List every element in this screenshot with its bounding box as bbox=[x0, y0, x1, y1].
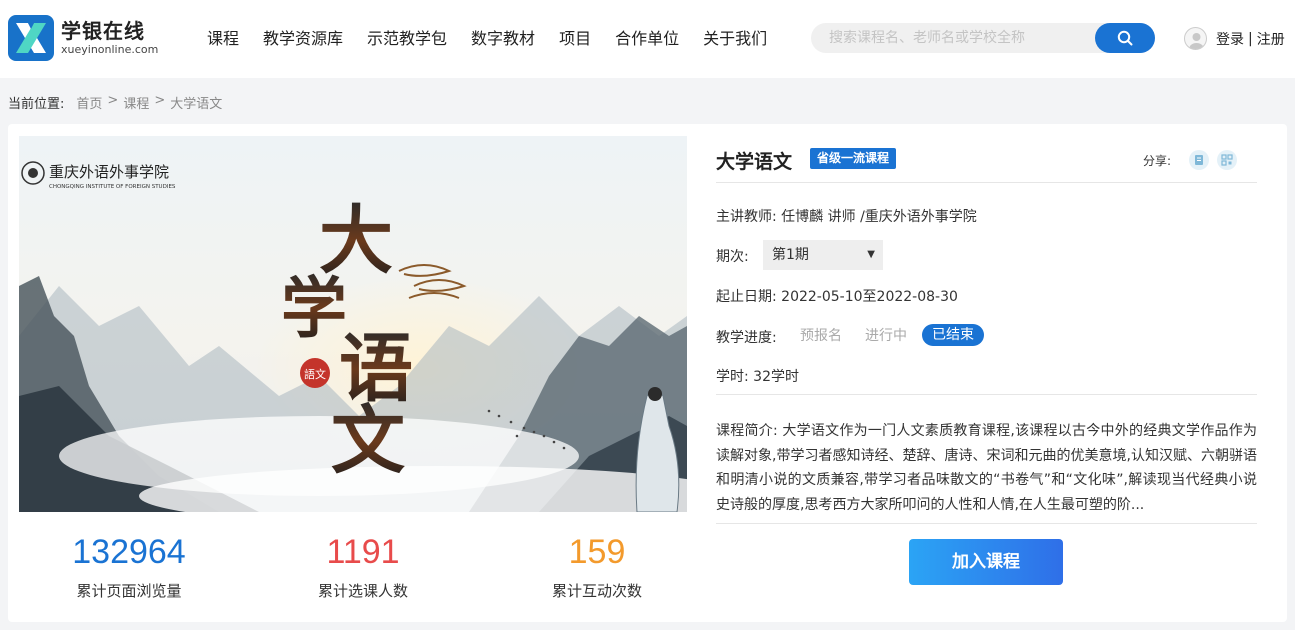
breadcrumb-current: 大学语文 bbox=[170, 97, 223, 112]
qrcode-icon[interactable] bbox=[1217, 150, 1237, 170]
stat-value: 1191 bbox=[326, 533, 400, 571]
register-link[interactable]: 注册 bbox=[1257, 29, 1285, 49]
nav-item-courses[interactable]: 课程 bbox=[207, 28, 239, 50]
teacher-row: 主讲教师: 任博麟 讲师 /重庆外语外事学院 bbox=[716, 206, 977, 226]
term-select[interactable]: 第1期 ▼ bbox=[763, 240, 883, 270]
date-row: 起止日期: 2022-05-10至2022-08-30 bbox=[716, 286, 958, 306]
hours-label: 学时: bbox=[716, 369, 749, 385]
top-header: 学银在线 xueyinonline.com 课程 教学资源库 示范教学包 数字教… bbox=[0, 0, 1295, 78]
nav-item-resource-library[interactable]: 教学资源库 bbox=[263, 28, 343, 50]
main-nav: 课程 教学资源库 示范教学包 数字教材 项目 合作单位 关于我们 bbox=[207, 28, 791, 50]
cover-school-english: CHONGQING INSTITUTE OF FOREIGN STUDIES bbox=[49, 184, 176, 190]
course-badge: 省级一流课程 bbox=[810, 148, 897, 169]
course-card: 重庆外语外事学院 CHONGQING INSTITUTE OF FOREIGN … bbox=[8, 124, 1287, 622]
share-label: 分享: bbox=[1142, 153, 1171, 168]
term-row: 期次: 第1期 ▼ bbox=[716, 240, 916, 270]
teacher-value: 任博麟 讲师 /重庆外语外事学院 bbox=[781, 209, 977, 225]
share-area: 分享: bbox=[1143, 150, 1237, 170]
cover-school-name: 重庆外语外事学院 bbox=[49, 163, 169, 181]
title-row: 大学语文 省级一流课程 分享: bbox=[716, 136, 1257, 183]
breadcrumb-courses[interactable]: 课程 bbox=[123, 93, 149, 112]
progress-label: 教学进度: bbox=[716, 330, 777, 346]
cover-char-xue: 学 bbox=[281, 269, 347, 347]
stat-value: 159 bbox=[568, 533, 626, 571]
term-label: 期次: bbox=[716, 249, 749, 265]
date-value: 2022-05-10至2022-08-30 bbox=[781, 289, 958, 305]
logo-name: 学银在线 bbox=[61, 19, 145, 43]
term-value: 第1期 bbox=[772, 247, 809, 263]
divider bbox=[716, 394, 1257, 395]
nav-item-digital-textbooks[interactable]: 数字教材 bbox=[471, 28, 535, 50]
nav-item-demo-packages[interactable]: 示范教学包 bbox=[367, 28, 447, 50]
hours-value: 32学时 bbox=[753, 369, 799, 385]
intro-text: 大学语文作为一门人文素质教育课程,该课程以古今中外的经典文学作品作为读解对象,带… bbox=[716, 423, 1257, 513]
user-area: 登录 | 注册 bbox=[1184, 27, 1285, 50]
cover-seal: 語文 bbox=[304, 367, 326, 381]
breadcrumb-arrow: > bbox=[107, 93, 119, 108]
logo-domain: xueyinonline.com bbox=[61, 43, 159, 56]
course-stats: 132964 累计页面浏览量 1191 累计选课人数 159 累计互动次数 bbox=[19, 532, 687, 612]
avatar-icon[interactable] bbox=[1184, 27, 1207, 50]
course-cover-image: 重庆外语外事学院 CHONGQING INSTITUTE OF FOREIGN … bbox=[19, 136, 687, 512]
course-intro: 课程简介: 大学语文作为一门人文素质教育课程,该课程以古今中外的经典文学作品作为… bbox=[716, 419, 1257, 517]
nav-item-partners[interactable]: 合作单位 bbox=[615, 28, 679, 50]
site-logo[interactable]: 学银在线 xueyinonline.com bbox=[8, 15, 158, 61]
cover-char-wen: 文 bbox=[331, 398, 405, 484]
divider bbox=[716, 523, 1257, 524]
nav-item-projects[interactable]: 项目 bbox=[559, 28, 591, 50]
breadcrumb-arrow: > bbox=[154, 93, 166, 108]
stat-label: 累计页面浏览量 bbox=[76, 582, 182, 600]
progress-ongoing: 进行中 bbox=[865, 328, 907, 344]
date-label: 起止日期: bbox=[716, 289, 777, 305]
search-icon bbox=[1117, 30, 1133, 46]
stat-page-views: 132964 累计页面浏览量 bbox=[19, 532, 239, 601]
logo-mark-icon bbox=[8, 15, 54, 61]
teacher-label: 主讲教师: bbox=[716, 209, 777, 225]
stat-interactions: 159 累计互动次数 bbox=[487, 532, 707, 601]
breadcrumb: 当前位置: 首页 > 课程 > 大学语文 bbox=[8, 93, 222, 112]
stat-label: 累计互动次数 bbox=[551, 582, 642, 600]
login-link[interactable]: 登录 bbox=[1216, 29, 1244, 49]
hours-row: 学时: 32学时 bbox=[716, 366, 799, 386]
search-input[interactable] bbox=[829, 23, 1089, 53]
stat-value: 132964 bbox=[72, 533, 186, 571]
progress-row: 教学进度: 预报名 进行中 已结束 bbox=[716, 324, 1016, 347]
progress-prereg: 预报名 bbox=[800, 328, 842, 344]
caret-down-icon: ▼ bbox=[867, 249, 875, 260]
breadcrumb-home[interactable]: 首页 bbox=[76, 93, 102, 112]
nav-item-about[interactable]: 关于我们 bbox=[703, 28, 767, 50]
stat-label: 累计选课人数 bbox=[317, 582, 408, 600]
share-document-icon[interactable] bbox=[1189, 150, 1209, 170]
course-title: 大学语文 bbox=[716, 151, 793, 173]
breadcrumb-label: 当前位置: bbox=[8, 97, 65, 112]
search-button[interactable] bbox=[1095, 23, 1155, 53]
intro-label: 课程简介: bbox=[716, 423, 778, 439]
stat-enrolled: 1191 累计选课人数 bbox=[253, 532, 473, 601]
login-separator: | bbox=[1248, 30, 1253, 47]
search-bar bbox=[811, 23, 1155, 53]
progress-ended: 已结束 bbox=[922, 324, 984, 346]
join-course-button[interactable]: 加入课程 bbox=[909, 539, 1063, 585]
